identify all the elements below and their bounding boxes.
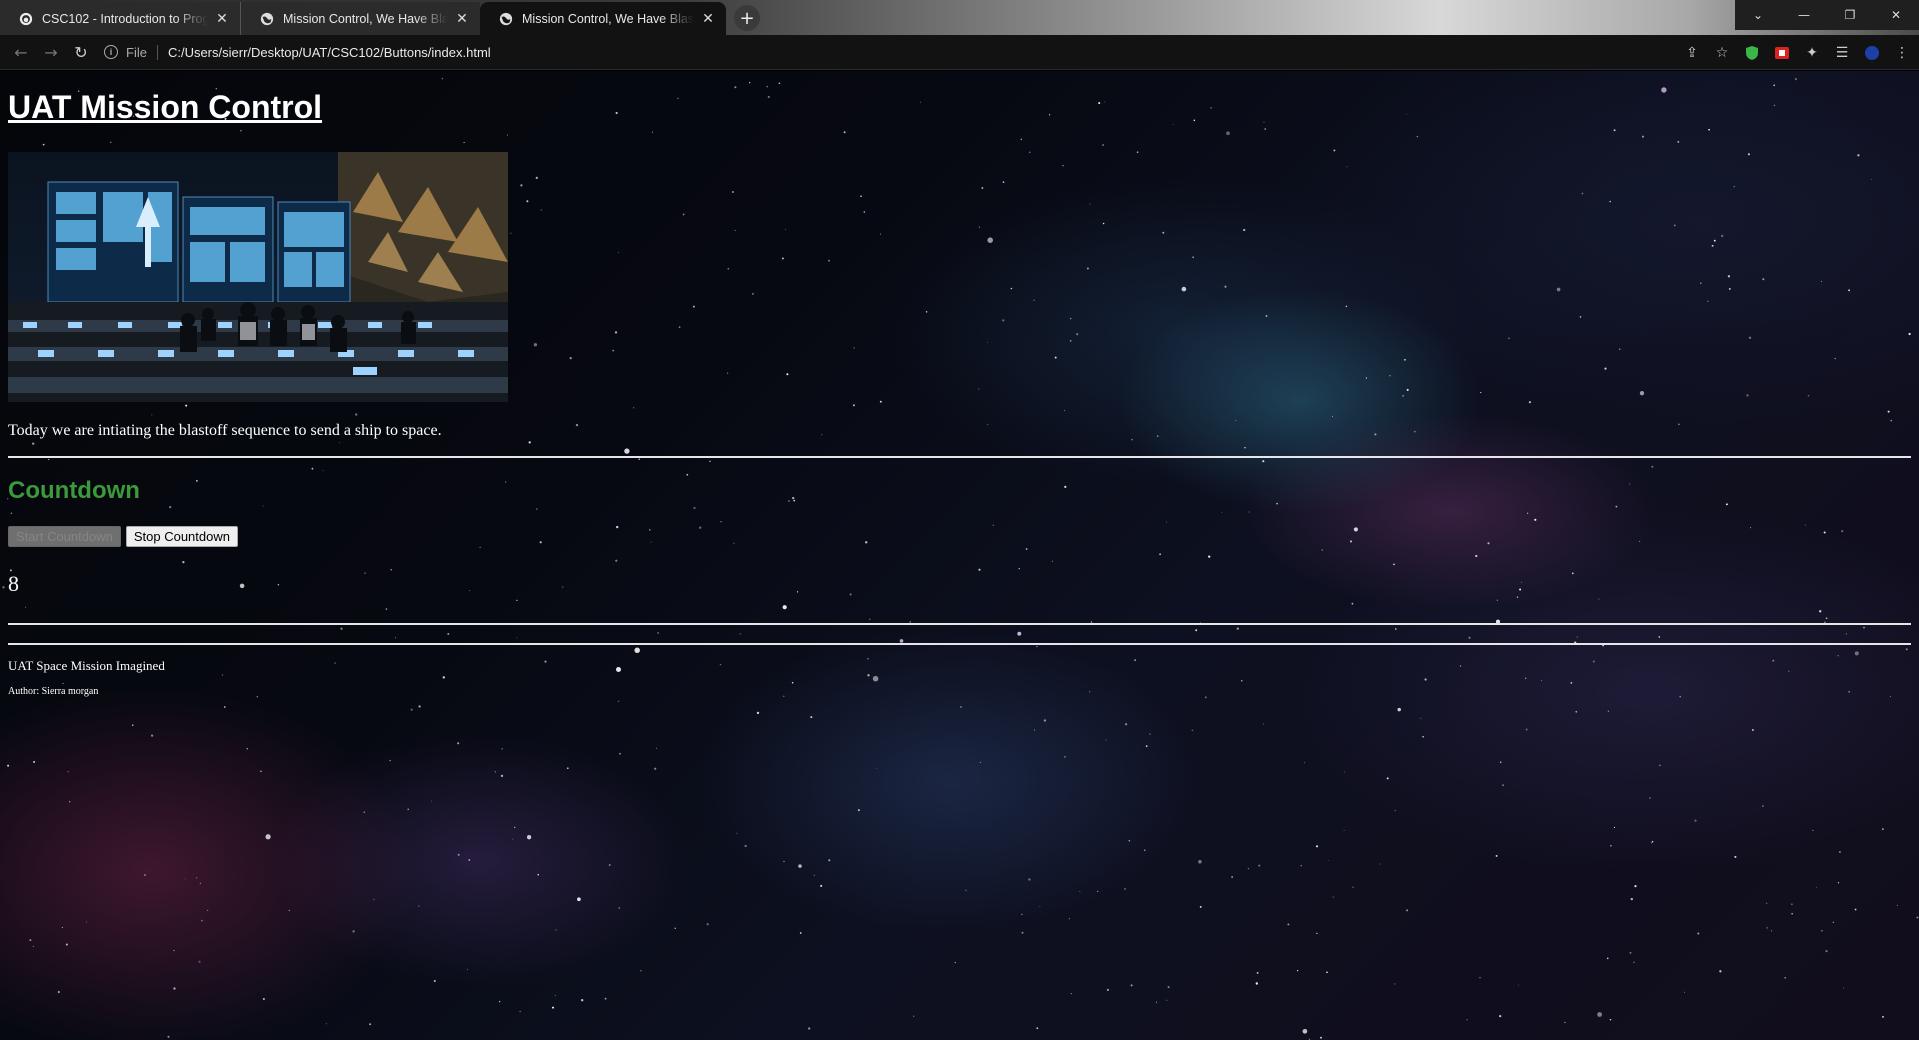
tab-mission-control-active[interactable]: Mission Control, We Have Blastoff ✕	[480, 2, 726, 35]
close-tab-icon[interactable]: ✕	[700, 10, 716, 27]
mission-control-image	[8, 152, 508, 402]
tab-search-icon[interactable]: ⌄	[1735, 0, 1781, 30]
intro-text: Today we are intiating the blastoff sequ…	[8, 422, 442, 439]
footer-author: Author: Sierra morgan	[8, 686, 99, 697]
media-list-icon[interactable]: ☰	[1833, 44, 1851, 62]
url-scheme: File	[126, 44, 158, 60]
new-tab-button[interactable]: +	[734, 5, 760, 31]
address-bar[interactable]: i File C:/Users/sierr/Desktop/UAT/CSC102…	[104, 39, 491, 65]
info-icon[interactable]: i	[104, 45, 118, 59]
start-countdown-button[interactable]: Start Countdown	[8, 526, 121, 547]
page-viewport: UAT Mission Control Today we are intiati…	[0, 71, 1919, 1040]
extensions-puzzle-icon[interactable]: ✦	[1803, 44, 1821, 62]
page-title: UAT Mission Control	[8, 89, 323, 125]
countdown-value: 8	[8, 571, 19, 596]
reload-button[interactable]: ↻	[66, 37, 96, 67]
tab-title: CSC102 - Introduction to Programming	[42, 11, 208, 26]
toolbar-actions: ⇪ ☆ ✦ ☰ ⋮	[1683, 35, 1911, 70]
window-controls: ⌄ — ❐ ✕	[1735, 0, 1919, 30]
github-icon	[18, 11, 34, 27]
url-text[interactable]: C:/Users/sierr/Desktop/UAT/CSC102/Button…	[168, 45, 491, 60]
red-extension-icon[interactable]	[1773, 44, 1791, 62]
divider	[8, 643, 1911, 645]
restore-button[interactable]: ❐	[1827, 0, 1873, 30]
globe-icon	[259, 11, 275, 27]
close-tab-icon[interactable]: ✕	[214, 10, 230, 27]
tab-title: Mission Control, We Have Blastoff	[522, 11, 694, 26]
menu-kebab-icon[interactable]: ⋮	[1893, 44, 1911, 62]
close-window-button[interactable]: ✕	[1873, 0, 1919, 30]
divider	[8, 456, 1911, 458]
countdown-heading: Countdown	[8, 477, 140, 504]
footer-tagline: UAT Space Mission Imagined	[8, 658, 165, 673]
tab-title: Mission Control, We Have Blastoff	[283, 11, 448, 26]
bookmark-star-icon[interactable]: ☆	[1713, 44, 1731, 62]
globe-icon	[498, 11, 514, 27]
close-tab-icon[interactable]: ✕	[454, 10, 470, 27]
divider	[8, 623, 1911, 625]
browser-toolbar: ← → ↻ i File C:/Users/sierr/Desktop/UAT/…	[0, 35, 1919, 70]
stop-countdown-button[interactable]: Stop Countdown	[125, 526, 238, 547]
tab-mission-control-1[interactable]: Mission Control, We Have Blastoff ✕	[240, 2, 480, 35]
forward-button[interactable]: →	[36, 37, 66, 67]
minimize-button[interactable]: —	[1781, 0, 1827, 30]
tab-csc102[interactable]: CSC102 - Introduction to Programming ✕	[0, 2, 240, 35]
back-button[interactable]: ←	[6, 37, 36, 67]
share-icon[interactable]: ⇪	[1683, 44, 1701, 62]
profile-avatar-icon[interactable]	[1863, 44, 1881, 62]
tab-strip: CSC102 - Introduction to Programming ✕ M…	[0, 0, 1919, 35]
countdown-controls: Start Countdown Stop Countdown	[8, 526, 238, 547]
shield-extension-icon[interactable]	[1743, 44, 1761, 62]
